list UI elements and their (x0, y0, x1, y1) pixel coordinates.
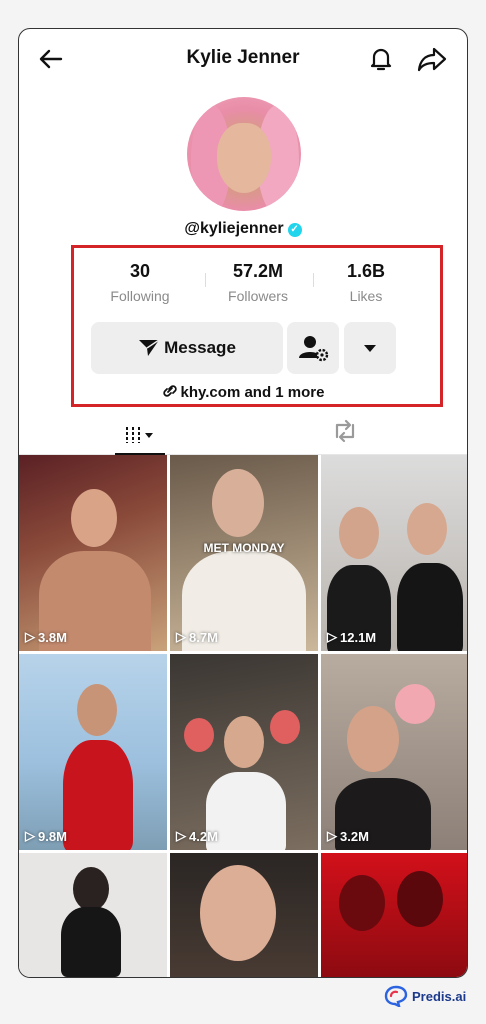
stat-value: 57.2M (232, 261, 284, 281)
username: @kyliejenner ✓ (19, 220, 467, 238)
video-thumbnail[interactable]: ▷ 3.8M (19, 455, 167, 651)
bell-icon[interactable] (367, 45, 395, 73)
stat-label: Following (110, 288, 170, 304)
play-icon: ▷ (25, 828, 35, 843)
stat-likes[interactable]: 1.6B Likes (311, 261, 421, 304)
username-text: @kyliejenner (184, 220, 284, 237)
stat-label: Followers (228, 288, 288, 304)
profile-header: Kylie Jenner (19, 29, 467, 89)
view-count: ▷ 9.8M (25, 828, 67, 844)
view-count: ▷ 3.8M (25, 629, 67, 645)
verified-badge-icon: ✓ (287, 223, 302, 237)
stats-row: 30 Following 57.2M Followers 1.6B Likes (71, 261, 443, 311)
play-icon: ▷ (176, 828, 186, 843)
play-icon: ▷ (25, 629, 35, 644)
tab-reposts[interactable] (329, 417, 361, 445)
brand-logo: Predis.ai (384, 985, 466, 1007)
play-icon: ▷ (176, 629, 186, 644)
add-friend-button[interactable] (287, 322, 339, 374)
bio-link[interactable]: khy.com and 1 more (19, 384, 467, 401)
share-icon[interactable] (417, 45, 447, 73)
play-icon: ▷ (327, 828, 337, 843)
page-title: Kylie Jenner (186, 47, 300, 68)
video-thumbnail[interactable]: ▷ 9.8M (19, 654, 167, 850)
send-icon (139, 339, 160, 356)
video-thumbnail[interactable]: ▷ 3.2M (321, 654, 467, 850)
video-thumbnail[interactable] (321, 853, 467, 977)
video-thumbnail[interactable]: MET MONDAY ▷ 8.7M (170, 455, 318, 651)
stat-label: Likes (349, 288, 383, 304)
repost-icon (335, 419, 355, 443)
play-icon: ▷ (327, 629, 337, 644)
phone-frame: Kylie Jenner @kyliejenner ✓ 30 Following … (18, 28, 468, 978)
avatar[interactable] (187, 97, 301, 211)
video-grid-icon (126, 427, 153, 443)
video-thumbnail[interactable] (170, 853, 318, 977)
message-label: Message (164, 338, 236, 357)
video-thumbnail[interactable]: ▷ 12.1M (321, 455, 467, 651)
view-count: ▷ 4.2M (176, 828, 218, 844)
stat-value: 1.6B (346, 261, 386, 281)
stat-following[interactable]: 30 Following (85, 261, 195, 304)
video-caption: MET MONDAY (203, 541, 285, 555)
brand-name: Predis.ai (412, 988, 467, 1004)
video-thumbnail[interactable]: ▷ 4.2M (170, 654, 318, 850)
message-button[interactable]: Message (91, 322, 283, 374)
bio-link-text: khy.com and 1 more (180, 384, 325, 401)
video-thumbnail[interactable] (19, 853, 167, 977)
stat-value: 30 (129, 261, 151, 281)
stat-followers[interactable]: 57.2M Followers (203, 261, 313, 304)
view-count: ▷ 12.1M (327, 629, 377, 645)
tab-videos[interactable] (115, 419, 165, 455)
user-settings-icon (299, 336, 329, 362)
predis-logo-icon (384, 985, 408, 1007)
view-count: ▷ 8.7M (176, 629, 218, 645)
view-count: ▷ 3.2M (327, 828, 369, 844)
caret-down-icon (364, 345, 376, 352)
more-options-button[interactable] (344, 322, 396, 374)
link-icon (162, 385, 177, 397)
content-tabs (19, 409, 467, 455)
